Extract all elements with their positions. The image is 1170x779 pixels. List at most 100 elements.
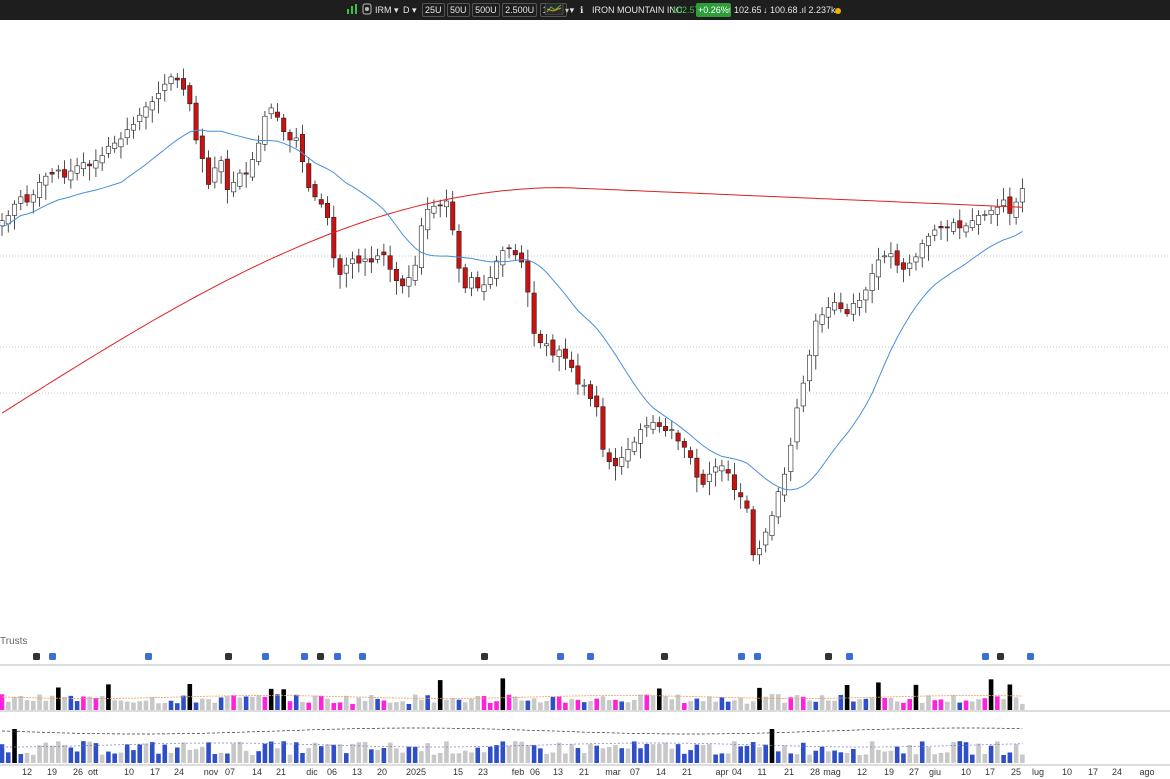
volume-bar [31,700,36,710]
volume-bar [318,695,324,710]
histogram-bar [1001,754,1006,763]
histogram-bar [869,741,875,763]
x-tick-label: 07 [225,767,235,777]
histogram-bar [982,753,988,763]
candle-body [894,250,900,266]
volume-bar [757,687,762,710]
candle-body [80,162,86,170]
candle-body [174,77,180,81]
candle [600,397,606,458]
candle-body [105,145,111,154]
candle-body [656,422,662,427]
volume-bar [225,696,230,710]
symbol-selector[interactable]: IRM ▾ [375,3,399,17]
histogram-bar [68,747,74,763]
event-marker [359,653,366,660]
volume-bar [581,702,587,710]
volume-bar [293,694,299,710]
candle-body [594,395,600,408]
volume-bar [250,696,255,710]
histogram-bar [725,753,731,763]
volume-bar [462,702,468,710]
event-marker [661,653,668,660]
interval-selector[interactable]: D ▾ [403,3,417,17]
volume-bar [813,701,819,710]
volume-bar [243,696,249,710]
x-tick-label: 12 [22,767,32,777]
candle-body [781,473,787,496]
volume-bar [851,701,856,710]
volume-bar [256,695,261,710]
candle-body [944,226,950,229]
volume-bar [306,702,312,710]
volume-bar [24,700,30,710]
histogram-bar [149,742,155,763]
volume-bar [894,701,900,710]
volume-bar [275,694,280,710]
candle-body [969,220,975,228]
volume-bar [18,696,24,710]
candle-body [631,441,637,452]
volume-bar [381,700,387,710]
volume-bar [594,698,599,710]
x-tick-label: 24 [174,767,184,777]
volume-bar [882,697,887,710]
histogram-bar [1013,744,1019,763]
candle-body [237,172,243,187]
volume-bar [807,700,812,710]
x-tick-label: 28 [810,767,820,777]
histogram-bar [800,742,806,763]
size-button-500u[interactable]: 500U [472,3,500,17]
candle-body [850,303,856,315]
volume-bar [650,695,656,710]
histogram-bar [863,754,869,763]
x-tick-label: lug [1032,767,1044,777]
candle-body [587,384,593,399]
volume-bar [725,701,731,710]
candle-body [988,210,994,215]
histogram-bar [87,741,92,763]
price-chart[interactable]: 12 19 26 ott 10 17 24 nov 07 14 21 dic 06 13 20 2025 15 2… [0,0,1170,779]
histogram-bar [976,743,981,763]
candle-body [807,354,813,382]
chart-style-icon[interactable]: ▾ [544,2,571,17]
volume-bar [869,697,875,710]
size-button-25u[interactable]: 25U [422,3,445,17]
symbol-label: IRM [375,5,392,15]
candle-body [124,129,130,139]
candle-body [569,359,575,368]
volume-bar [719,697,725,710]
volume-bar [456,699,462,710]
volume-bar [206,699,211,710]
histogram-bar [988,745,994,763]
candle-body [832,302,838,311]
histogram-bar [237,741,243,763]
volume-bar [750,701,756,710]
histogram-bar [375,749,380,763]
candle-body [462,267,468,289]
candle-body [418,225,424,268]
candle-body [299,134,305,163]
histogram-bar [882,751,887,763]
candle-body [187,85,193,105]
histogram-bar [525,745,531,763]
candle-body [325,203,331,218]
candle-body [606,452,612,463]
histogram-bar [287,754,293,763]
volume-bar [863,698,869,710]
x-tick-label: 11 [757,767,766,777]
candle-body [99,155,105,164]
histogram-bar [200,746,205,763]
bar-chart-icon[interactable] [346,3,358,17]
histogram-bar [337,744,343,763]
size-button-2500u[interactable]: 2.500U [502,3,538,17]
histogram-bar [569,744,574,763]
indicator-icon[interactable] [362,3,372,17]
info-icon[interactable]: ℹ [580,3,583,17]
event-marker [317,653,324,660]
histogram-bar [400,752,405,763]
size-button-50u[interactable]: 50U [447,3,470,17]
candle-body [994,206,1000,215]
volume-bar [619,701,625,710]
candle-body [199,135,205,159]
